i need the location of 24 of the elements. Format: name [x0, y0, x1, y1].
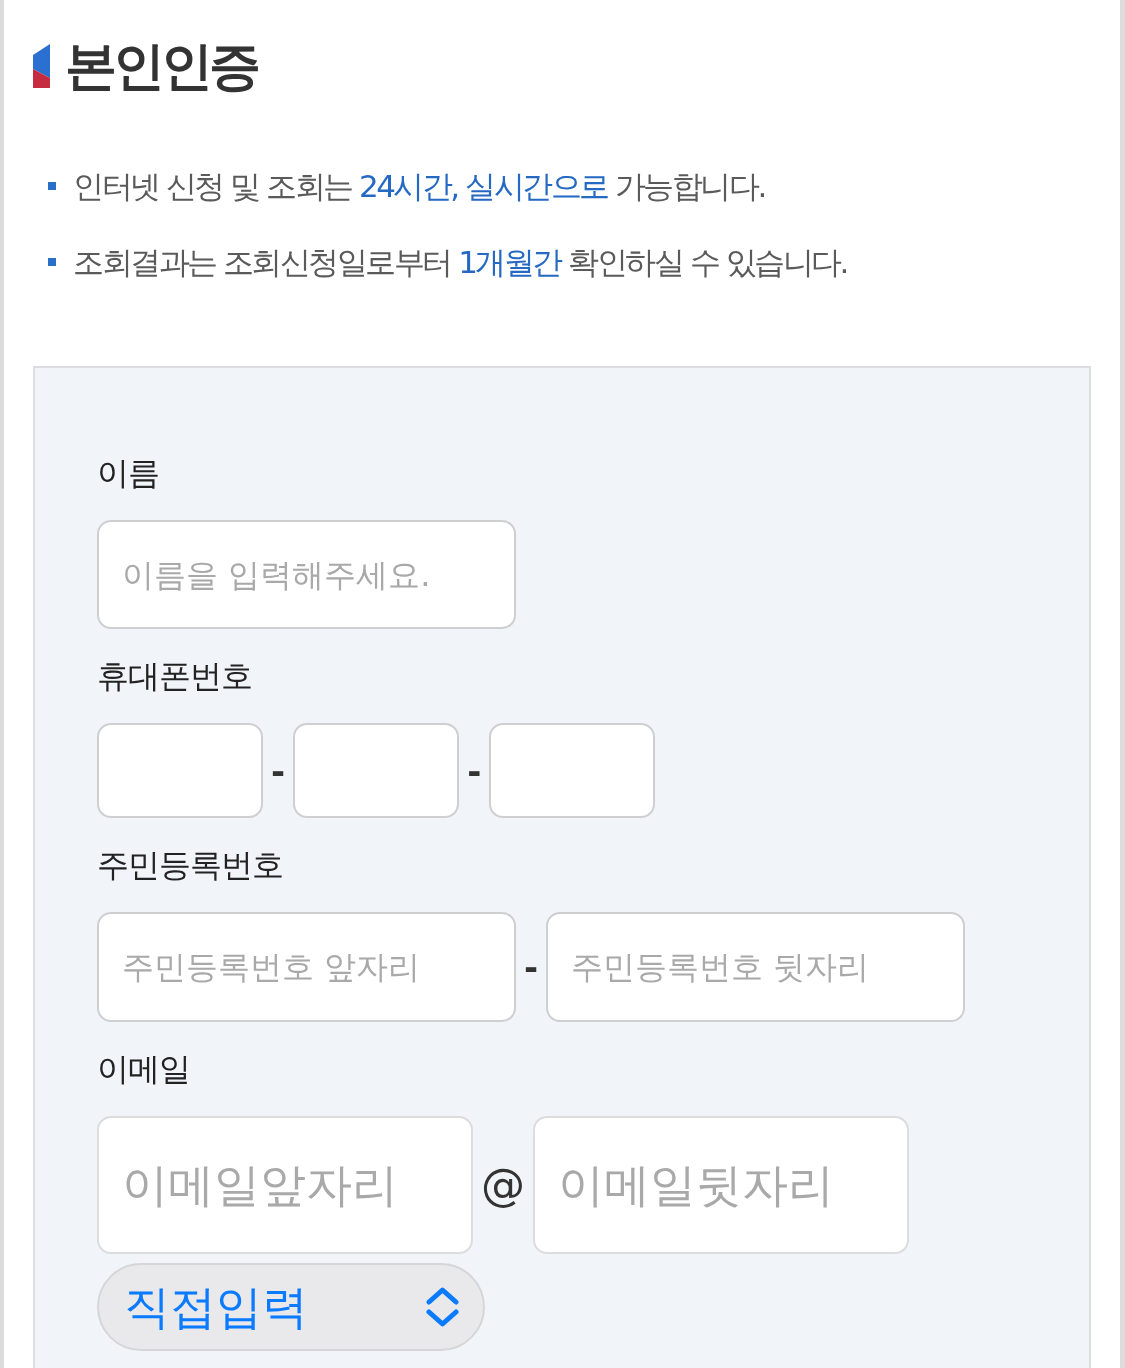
at-sign-separator: @ — [481, 1163, 525, 1207]
resident-number-input[interactable]: 주민등록번호 뒷자리 — [546, 912, 966, 1022]
square-bullet-icon — [48, 182, 56, 190]
hyphen-separator: - — [524, 950, 539, 984]
resident-number-input[interactable]: 주민등록번호 앞자리 — [97, 912, 516, 1022]
notice-text: 인터넷 신청 및 조회는 24시간, 실시간으로 가능합니다. — [73, 167, 765, 206]
email-input[interactable]: 이메일뒷자리 — [533, 1116, 909, 1254]
field-label: 이름 — [97, 453, 159, 494]
square-bullet-icon — [48, 258, 56, 266]
phone-input[interactable] — [293, 723, 460, 818]
two-tone-bar-icon — [33, 44, 50, 88]
field-label: 이메일 — [97, 1049, 190, 1090]
hyphen-separator: - — [467, 753, 482, 788]
field-label: 주민등록번호 — [97, 845, 283, 886]
phone-input[interactable] — [489, 723, 656, 818]
hyphen-separator: - — [271, 753, 286, 788]
page-title: 본인인증 — [65, 35, 257, 97]
name-input[interactable]: 이름을 입력해주세요. — [97, 520, 516, 629]
phone-input[interactable] — [97, 723, 263, 818]
domain-select[interactable]: 직접입력 — [97, 1263, 485, 1351]
email-input[interactable]: 이메일앞자리 — [97, 1116, 473, 1254]
notice-text: 조회결과는 조회신청일로부터 1개월간 확인하실 수 있습니다. — [73, 243, 847, 282]
chevron-up-down-icon — [425, 1287, 460, 1327]
field-label: 휴대폰번호 — [97, 656, 252, 697]
